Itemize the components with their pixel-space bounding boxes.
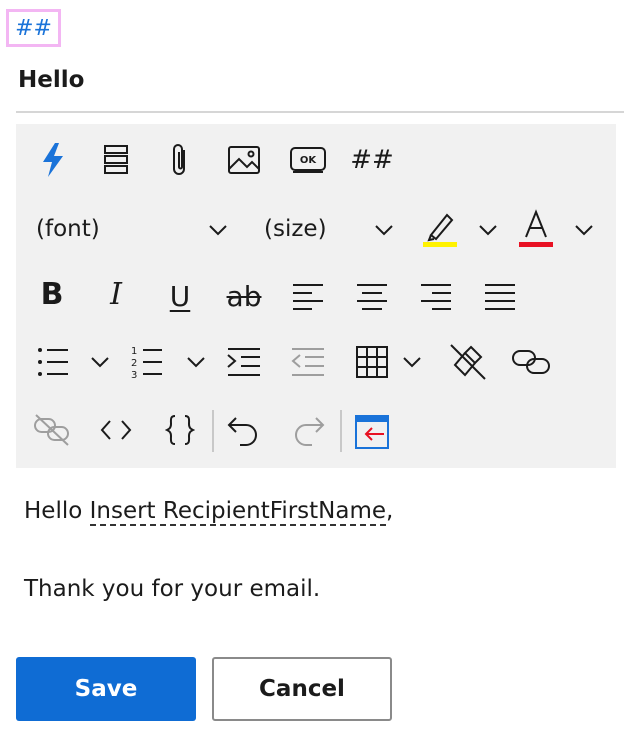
hash-tag-button[interactable]: ## [350, 140, 394, 180]
size-chevron-down-icon[interactable] [372, 218, 396, 242]
align-center-icon[interactable] [354, 278, 390, 314]
font-size-dropdown[interactable]: (size) [264, 216, 327, 242]
align-justify-icon[interactable] [482, 278, 518, 314]
svg-text:3: 3 [131, 370, 137, 379]
recipient-firstname-token[interactable]: Insert RecipientFirstName [89, 498, 387, 526]
indent-icon[interactable] [226, 346, 262, 378]
insert-template-icon[interactable] [352, 412, 392, 452]
editor-line-2[interactable]: Thank you for your email. [24, 576, 320, 602]
font-color-chevron-down-icon[interactable] [572, 218, 596, 242]
button-insert-icon-text: OK [300, 155, 318, 166]
bold-label: B [40, 276, 64, 312]
italic-button[interactable]: I [100, 274, 132, 314]
curly-braces-icon[interactable] [162, 412, 198, 448]
numbered-list-icon[interactable]: 123 [130, 344, 164, 380]
hash-badge-text: ## [15, 15, 52, 41]
clear-formatting-icon[interactable] [448, 342, 488, 382]
attachment-icon[interactable] [164, 140, 196, 180]
italic-label: I [110, 276, 122, 312]
toolbar-separator-2 [340, 410, 342, 452]
align-right-icon[interactable] [418, 278, 454, 314]
bold-button[interactable]: B [36, 274, 68, 314]
button-insert-icon[interactable]: OK [288, 144, 328, 176]
image-icon[interactable] [226, 142, 262, 178]
subject-value: Hello [18, 67, 85, 93]
svg-text:2: 2 [131, 358, 137, 369]
toolbar-separator [212, 410, 214, 452]
greeting-text: Hello [24, 498, 90, 524]
greeting-suffix: , [386, 498, 394, 524]
code-view-icon[interactable] [98, 414, 134, 446]
unlink-icon[interactable] [32, 412, 72, 448]
table-chevron-down-icon[interactable] [400, 350, 424, 374]
underline-button[interactable]: U [164, 274, 196, 318]
stacked-rows-icon[interactable] [100, 142, 132, 178]
underline-label: U [169, 279, 191, 313]
link-icon[interactable] [510, 346, 552, 378]
save-button[interactable]: Save [16, 657, 196, 721]
cancel-button[interactable]: Cancel [212, 657, 392, 721]
undo-icon[interactable] [224, 412, 264, 448]
outdent-icon[interactable] [290, 346, 326, 378]
highlight-icon[interactable] [420, 208, 460, 250]
bullet-list-icon[interactable] [36, 344, 70, 380]
bullet-chevron-down-icon[interactable] [88, 350, 112, 374]
strikethrough-button[interactable]: ab [222, 274, 266, 318]
hash-badge[interactable]: ## [6, 9, 61, 47]
subject-field[interactable]: Hello [16, 64, 624, 113]
font-size-value: (size) [264, 216, 327, 242]
svg-text:1: 1 [131, 346, 137, 357]
lightning-icon[interactable] [36, 140, 70, 180]
font-color-icon[interactable] [516, 208, 556, 250]
font-family-value: (font) [36, 216, 100, 242]
hash-tag-label: ## [350, 145, 394, 175]
font-family-dropdown[interactable]: (font) [36, 216, 100, 242]
redo-icon[interactable] [288, 412, 328, 448]
editor-line-1[interactable]: Hello Insert RecipientFirstName, [24, 498, 394, 526]
font-chevron-down-icon[interactable] [206, 218, 230, 242]
align-left-icon[interactable] [290, 278, 326, 314]
strikethrough-label: ab [226, 279, 262, 313]
table-icon[interactable] [354, 344, 390, 380]
numbered-chevron-down-icon[interactable] [184, 350, 208, 374]
formatting-toolbar: OK ## (font) (size) B I U ab 1 2 3 [16, 124, 616, 468]
highlight-chevron-down-icon[interactable] [476, 218, 500, 242]
body-text: Thank you for your email. [24, 576, 321, 602]
